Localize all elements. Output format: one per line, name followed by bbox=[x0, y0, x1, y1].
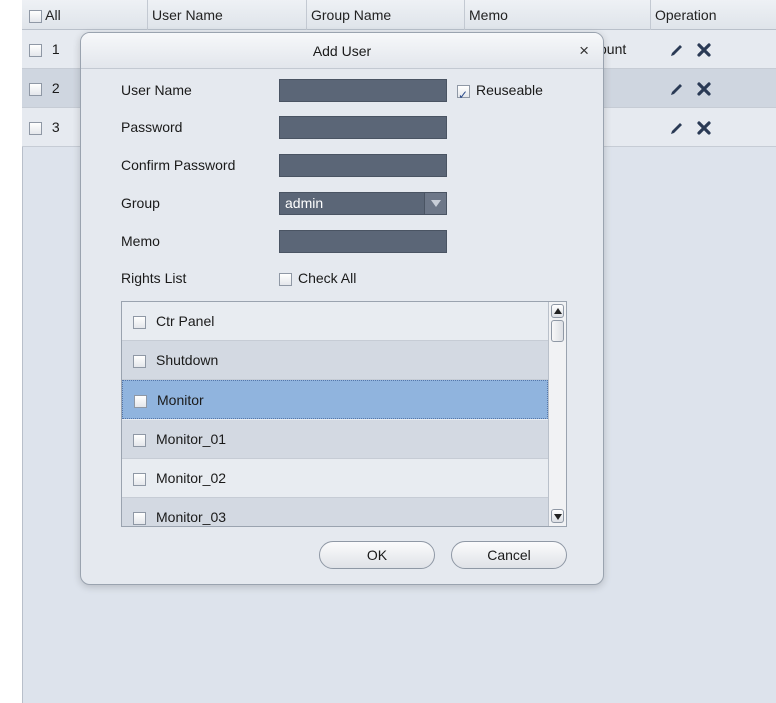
list-item-checkbox[interactable] bbox=[133, 315, 146, 329]
reuseable-check-box[interactable] bbox=[457, 83, 470, 107]
list-item[interactable]: Shutdown bbox=[122, 341, 548, 380]
row-checkbox[interactable] bbox=[29, 82, 42, 96]
list-item-checkbox[interactable] bbox=[134, 394, 147, 408]
password-input[interactable] bbox=[279, 116, 447, 139]
list-item[interactable]: Monitor bbox=[122, 380, 548, 419]
row-index: 3 bbox=[51, 119, 60, 135]
x-icon[interactable] bbox=[696, 120, 712, 136]
row-checkbox[interactable] bbox=[29, 121, 42, 135]
group-select[interactable]: admin bbox=[279, 192, 447, 215]
user-name-input[interactable] bbox=[279, 79, 447, 102]
pencil-icon[interactable] bbox=[669, 81, 685, 97]
ok-button[interactable]: OK bbox=[319, 541, 435, 569]
group-label: Group bbox=[121, 195, 160, 211]
select-all-checkbox[interactable] bbox=[29, 9, 42, 23]
dialog-title-bar[interactable]: Add User × bbox=[81, 33, 603, 69]
row-index: 2 bbox=[51, 80, 60, 96]
list-item-label: Monitor_03 bbox=[156, 509, 227, 525]
header-all-label: All bbox=[45, 7, 61, 23]
user-name-label: User Name bbox=[121, 82, 192, 98]
header-all[interactable]: All bbox=[22, 0, 142, 30]
list-item-checkbox[interactable] bbox=[133, 472, 146, 486]
list-item-label: Shutdown bbox=[156, 352, 219, 368]
header-memo[interactable]: Memo bbox=[464, 0, 654, 30]
rights-scrollbar[interactable] bbox=[548, 302, 566, 526]
chevron-down-icon[interactable] bbox=[424, 193, 446, 214]
add-user-dialog: Add User × User Name Reuseable Password … bbox=[80, 32, 604, 585]
list-item[interactable]: Monitor_01 bbox=[122, 420, 548, 459]
list-item[interactable]: Monitor_02 bbox=[122, 459, 548, 498]
row-checkbox[interactable] bbox=[29, 43, 42, 57]
x-icon[interactable] bbox=[696, 81, 712, 97]
list-item-label: Monitor bbox=[157, 392, 204, 408]
group-selected-value: admin bbox=[285, 195, 324, 211]
check-all-label: Check All bbox=[298, 270, 357, 286]
close-icon[interactable]: × bbox=[579, 33, 589, 69]
memo-label: Memo bbox=[121, 233, 160, 249]
check-all-box[interactable] bbox=[279, 272, 292, 286]
x-icon[interactable] bbox=[696, 42, 712, 58]
scroll-down-icon[interactable] bbox=[551, 509, 564, 523]
table-header: All User Name Group Name Memo Operation bbox=[22, 0, 776, 30]
pencil-icon[interactable] bbox=[669, 120, 685, 136]
confirm-password-label: Confirm Password bbox=[121, 157, 236, 173]
pencil-icon[interactable] bbox=[669, 42, 685, 58]
rights-list-label: Rights List bbox=[121, 270, 187, 286]
list-item-label: Monitor_01 bbox=[156, 431, 227, 447]
memo-input[interactable] bbox=[279, 230, 447, 253]
header-group-name[interactable]: Group Name bbox=[306, 0, 466, 30]
scroll-thumb[interactable] bbox=[551, 320, 564, 342]
list-item-checkbox[interactable] bbox=[133, 354, 146, 368]
list-item-label: Ctr Panel bbox=[156, 313, 215, 329]
password-label: Password bbox=[121, 119, 183, 135]
rights-list[interactable]: Ctr Panel Shutdown Monitor Monitor_01 Mo… bbox=[121, 301, 567, 527]
row-index: 1 bbox=[51, 41, 60, 57]
cancel-button[interactable]: Cancel bbox=[451, 541, 567, 569]
header-operation: Operation bbox=[650, 0, 776, 30]
confirm-password-input[interactable] bbox=[279, 154, 447, 177]
list-item-checkbox[interactable] bbox=[133, 511, 146, 525]
check-all-checkbox[interactable]: Check All bbox=[279, 266, 356, 290]
list-item[interactable]: Ctr Panel bbox=[122, 302, 548, 341]
scroll-up-icon[interactable] bbox=[551, 304, 564, 318]
list-item-label: Monitor_02 bbox=[156, 470, 227, 486]
list-item-checkbox[interactable] bbox=[133, 433, 146, 447]
header-user-name[interactable]: User Name bbox=[147, 0, 307, 30]
dialog-title: Add User bbox=[312, 43, 372, 59]
reuseable-label: Reuseable bbox=[476, 82, 543, 98]
list-item[interactable]: Monitor_03 bbox=[122, 498, 548, 526]
reuseable-checkbox[interactable]: Reuseable bbox=[457, 78, 543, 107]
